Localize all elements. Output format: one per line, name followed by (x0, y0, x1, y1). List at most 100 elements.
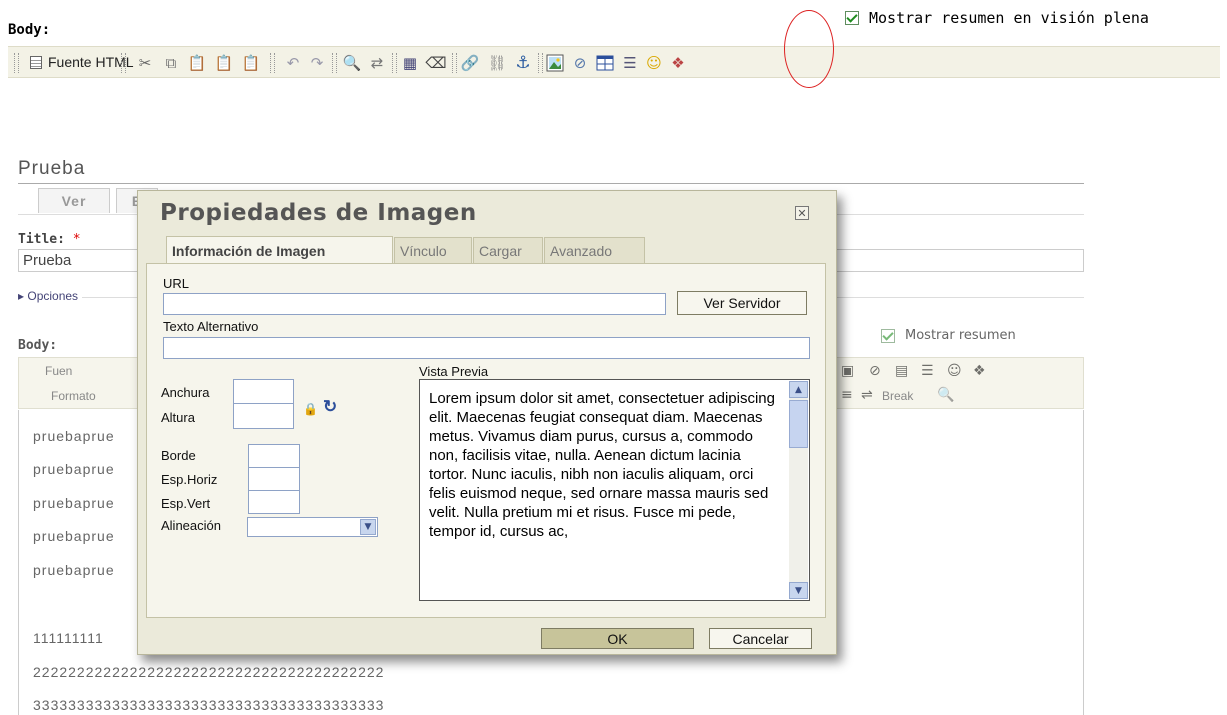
hspace-label: Esp.Horiz (161, 472, 218, 487)
find-icon[interactable]: 🔍 (343, 54, 362, 72)
alt-text-input[interactable] (163, 337, 810, 359)
toolbar-separator (538, 53, 543, 73)
show-summary-checkbox-row[interactable]: Mostrar resumen (881, 328, 1016, 343)
source-html-button[interactable]: Fuen (45, 364, 72, 378)
vspace-label: Esp.Vert (161, 496, 211, 511)
scroll-down-icon[interactable]: ▼ (789, 582, 808, 599)
width-input[interactable] (233, 379, 294, 405)
align-icon[interactable]: ≡ (841, 387, 853, 403)
tab-view[interactable]: Ver (38, 188, 110, 213)
cut-icon[interactable]: ✂ (136, 54, 154, 72)
toolbar-separator (270, 53, 275, 73)
smiley-icon[interactable]: ☺ (947, 363, 962, 379)
editor-line: pruebaprue (33, 495, 115, 511)
alt-text-label: Texto Alternativo (163, 319, 259, 334)
replace-icon[interactable]: ⇄ (368, 54, 386, 72)
tab-link[interactable]: Vínculo (394, 237, 472, 263)
image-properties-dialog: Propiedades de Imagen ✕ Información de I… (137, 190, 837, 655)
title-field-label: Title: * (18, 232, 81, 247)
scroll-up-icon[interactable]: ▲ (789, 381, 808, 398)
toolbar-separator (332, 53, 337, 73)
page-title: Prueba (18, 158, 86, 179)
ok-button[interactable]: OK (541, 628, 694, 649)
preview-icon[interactable]: 🔍 (937, 387, 954, 403)
url-input[interactable] (163, 293, 666, 315)
divider (18, 183, 1084, 184)
special-char-icon[interactable]: ❖ (973, 363, 986, 379)
title-label-text: Title: (18, 232, 65, 247)
align-label: Alineación (161, 518, 221, 533)
url-label: URL (163, 276, 190, 291)
horizontal-rule-icon[interactable]: ☰ (921, 363, 934, 379)
unlink-icon[interactable]: ⛓ (487, 54, 506, 72)
preview-label: Vista Previa (419, 364, 489, 379)
height-input[interactable] (233, 403, 294, 429)
tab-advanced[interactable]: Avanzado (544, 237, 645, 263)
editor-line: pruebaprue (33, 428, 115, 444)
horizontal-rule-icon[interactable]: ☰ (621, 54, 639, 72)
paste-text-icon[interactable]: 📋 (215, 54, 234, 72)
options-link[interactable]: ▸ Opciones (18, 289, 83, 303)
scroll-thumb[interactable] (789, 400, 808, 448)
source-icon (30, 55, 42, 69)
show-summary-checkbox[interactable] (845, 11, 859, 25)
show-summary-checkbox-row[interactable]: Mostrar resumen en visión plena (845, 9, 1149, 27)
preview-box[interactable]: Lorem ipsum dolor sit amet, consectetuer… (419, 379, 810, 601)
undo-icon[interactable]: ↶ (284, 54, 302, 72)
show-summary-label: Mostrar resumen en visión plena (869, 9, 1149, 27)
annotation-oval-image-button (784, 10, 834, 88)
editor-line: pruebaprue (33, 528, 115, 544)
table-icon[interactable] (596, 54, 614, 72)
border-label: Borde (161, 448, 196, 463)
table-icon[interactable]: ▤ (895, 363, 908, 379)
flash-icon[interactable]: ⊘ (869, 363, 881, 379)
break-button[interactable]: Break (882, 389, 913, 403)
select-all-icon[interactable]: ▦ (401, 54, 419, 72)
editor-toolbar: Fuente HTML ✂ ⧉ 📋 📋 📋 ↶ ↷ 🔍 ⇄ ▦ ⌫ 🔗 ⛓ ⚓ … (8, 46, 1220, 78)
paste-icon[interactable]: 📋 (188, 54, 207, 72)
redo-icon[interactable]: ↷ (308, 54, 326, 72)
link-icon[interactable]: 🔗 (461, 54, 480, 72)
close-icon[interactable]: ✕ (795, 206, 809, 220)
image-info-panel: URL Ver Servidor Texto Alternativo Anchu… (146, 263, 826, 618)
format-dropdown[interactable]: Formato (51, 389, 96, 403)
browse-server-button[interactable]: Ver Servidor (677, 291, 807, 315)
image-icon[interactable]: ▣ (841, 363, 854, 379)
align-select[interactable]: ▼ (247, 517, 378, 537)
editor-line: pruebaprue (33, 461, 115, 477)
smiley-icon[interactable]: ☺ (645, 54, 663, 72)
cancel-button[interactable]: Cancelar (709, 628, 812, 649)
remove-format-icon[interactable]: ⌫ (425, 54, 446, 72)
preview-scrollbar[interactable]: ▲ ▼ (789, 381, 808, 599)
toolbar-separator (121, 53, 126, 73)
reset-size-icon[interactable]: ↻ (323, 397, 337, 417)
image-icon[interactable] (546, 54, 564, 72)
height-label: Altura (161, 410, 195, 425)
paste-word-icon[interactable]: 📋 (242, 54, 261, 72)
width-label: Anchura (161, 385, 210, 400)
required-mark: * (72, 232, 81, 247)
vspace-input[interactable] (248, 490, 300, 514)
special-char-icon[interactable]: ❖ (669, 54, 687, 72)
toolbar-grip[interactable] (14, 53, 19, 73)
toolbar-separator (392, 53, 397, 73)
copy-icon[interactable]: ⧉ (162, 54, 180, 72)
show-summary-checkbox[interactable] (881, 328, 895, 343)
lock-ratio-icon[interactable]: 🔒 (303, 402, 318, 416)
flash-icon[interactable]: ⊘ (571, 54, 589, 72)
page-break-icon[interactable]: ⇌ (861, 387, 873, 403)
body-label: Body: (8, 22, 51, 38)
preview-text: Lorem ipsum dolor sit amet, consectetuer… (429, 390, 775, 540)
border-input[interactable] (248, 444, 300, 468)
anchor-icon[interactable]: ⚓ (514, 54, 532, 72)
dialog-title: Propiedades de Imagen (160, 200, 477, 226)
tab-upload[interactable]: Cargar (473, 237, 543, 263)
tab-image-info[interactable]: Información de Imagen (166, 236, 393, 264)
source-html-button[interactable]: Fuente HTML (30, 54, 134, 70)
editor-line: 3333333333333333333333333333333333333333 (33, 697, 385, 713)
editor-line: pruebaprue (33, 562, 115, 578)
chevron-down-icon[interactable]: ▼ (360, 519, 376, 535)
hspace-input[interactable] (248, 467, 300, 491)
body-label: Body: (18, 338, 58, 353)
editor-line: 111111111 (33, 630, 104, 646)
